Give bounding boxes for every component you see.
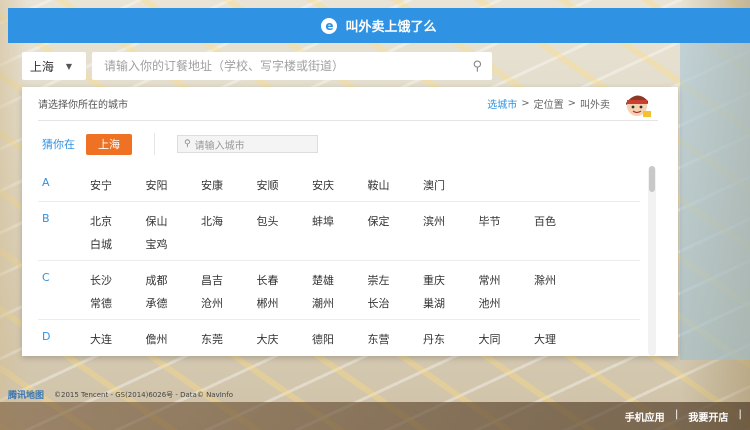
e-logo-icon: e <box>321 17 338 34</box>
city-link[interactable]: 潮州 <box>312 292 368 315</box>
footer-link-open-store[interactable]: 我要开店 <box>688 409 728 424</box>
city-dropdown-value: 上海 <box>29 59 54 74</box>
address-input-box: ⚲ <box>92 52 492 80</box>
city-link[interactable]: 毕节 <box>479 210 535 233</box>
city-link[interactable]: 长治 <box>368 292 424 315</box>
city-link[interactable]: 长春 <box>257 269 313 292</box>
search-icon: ⚲ <box>184 139 191 149</box>
city-link[interactable]: 巢湖 <box>423 292 479 315</box>
divider <box>154 133 155 155</box>
address-input[interactable] <box>102 58 467 74</box>
city-search-box[interactable]: ⚲ 请输入城市 <box>177 135 318 153</box>
city-link[interactable]: 东莞 <box>201 328 257 351</box>
city-link[interactable]: 常州 <box>479 269 535 292</box>
step-breadcrumb: 选城市 > 定位置 > 叫外卖 <box>487 96 610 111</box>
step-choose-city: 选城市 <box>487 100 518 111</box>
city-link[interactable]: 安宁 <box>90 174 146 197</box>
city-link[interactable]: 大理 <box>534 328 590 351</box>
city-link[interactable]: 德阳 <box>312 328 368 351</box>
city-link[interactable]: 东营 <box>368 328 424 351</box>
city-link[interactable]: 安康 <box>201 174 257 197</box>
top-banner: e 叫外卖上饿了么 <box>8 8 750 43</box>
city-link[interactable]: 百色 <box>534 210 590 233</box>
map-copyright: ©2015 Tencent - GS(2014)6026号 - Data© Na… <box>54 390 233 399</box>
scrollbar-thumb[interactable] <box>649 166 655 192</box>
city-link[interactable]: 大同 <box>479 328 535 351</box>
city-link[interactable]: 承德 <box>146 292 202 315</box>
city-link[interactable]: 保山 <box>146 210 202 233</box>
guess-city-row: 猜你在 上海 ⚲ 请输入城市 <box>42 131 658 157</box>
city-link[interactable]: 儋州 <box>146 328 202 351</box>
city-link[interactable]: 丹东 <box>423 328 479 351</box>
group-letter: C <box>42 271 50 284</box>
map-water <box>680 40 750 360</box>
city-link[interactable]: 长沙 <box>90 269 146 292</box>
city-link[interactable]: 滁州 <box>534 269 590 292</box>
footer-links: 手机应用 | 我要开店 | <box>625 409 742 424</box>
city-link[interactable]: 安顺 <box>257 174 313 197</box>
city-link[interactable]: 北海 <box>201 210 257 233</box>
city-group-items: 安宁 安阳 安康 安顺 安庆 鞍山 澳门 <box>90 174 640 197</box>
city-group-b: B 北京 保山 北海 包头 蚌埠 保定 滨州 毕节 百色白城 宝鸡 <box>38 201 640 260</box>
map-credit: 腾讯地图 ©2015 Tencent - GS(2014)6026号 - Dat… <box>8 388 233 402</box>
step-order: 叫外卖 <box>580 100 610 111</box>
guess-label: 猜你在 <box>42 138 75 151</box>
city-link[interactable]: 池州 <box>479 292 535 315</box>
group-letter: A <box>42 176 50 189</box>
city-search-placeholder: 请输入城市 <box>194 140 245 152</box>
city-link[interactable]: 澳门 <box>423 174 479 197</box>
step-separator: > <box>521 98 530 109</box>
city-dropdown[interactable]: 上海 ▼ <box>22 52 86 80</box>
mascot-icon <box>626 95 651 117</box>
city-link[interactable]: 白城 <box>90 233 146 256</box>
city-link[interactable]: 宝鸡 <box>146 233 202 256</box>
city-group-items: 大连儋州东莞大庆德阳东营丹东大同大理德州 <box>90 328 640 356</box>
city-group-items: 长沙 成都 昌吉 长春 楚雄 崇左 重庆 常州 滁州常德 承德 沧州 郴州 潮州 长治 巢湖 池州 <box>90 269 640 315</box>
search-row: 上海 ▼ ⚲ <box>22 52 492 80</box>
city-link[interactable]: 崇左 <box>368 269 424 292</box>
city-group-items: 北京 保山 北海 包头 蚌埠 保定 滨州 毕节 百色白城 宝鸡 <box>90 210 640 256</box>
city-link[interactable]: 安阳 <box>146 174 202 197</box>
search-icon[interactable]: ⚲ <box>472 59 482 74</box>
city-link[interactable]: 北京 <box>90 210 146 233</box>
city-link[interactable]: 德州 <box>90 351 146 356</box>
panel-header: 请选择你所在的城市 选城市 > 定位置 > 叫外卖 <box>38 87 658 121</box>
city-link[interactable]: 鞍山 <box>368 174 424 197</box>
city-link[interactable]: 成都 <box>146 269 202 292</box>
group-letter: B <box>42 212 50 225</box>
step-locate: 定位置 <box>533 100 564 111</box>
scrollbar[interactable] <box>648 166 656 356</box>
tencent-map-logo: 腾讯地图 <box>8 391 45 401</box>
city-link[interactable]: 保定 <box>368 210 424 233</box>
city-group-c: C 长沙 成都 昌吉 长春 楚雄 崇左 重庆 常州 滁州常德 承德 沧州 郴州 潮州 长治 巢湖 池州 <box>38 260 640 319</box>
city-link[interactable]: 大连 <box>90 328 146 351</box>
banner-title: 叫外卖上饿了么 <box>345 20 437 35</box>
city-picker-panel: 请选择你所在的城市 选城市 > 定位置 > 叫外卖 猜你在 上海 ⚲ 请输入城市… <box>22 87 678 356</box>
guess-city-button[interactable]: 上海 <box>86 133 132 155</box>
city-link[interactable]: 常德 <box>90 292 146 315</box>
city-list: A 安宁 安阳 安康 安顺 安庆 鞍山 澳门 B 北京 保山 北海 包头 蚌埠 保定 滨州 毕节 百色白城 宝鸡 C 长… <box>38 166 640 356</box>
city-link[interactable]: 楚雄 <box>312 269 368 292</box>
city-link[interactable]: 重庆 <box>423 269 479 292</box>
step-separator: > <box>567 98 576 109</box>
city-link[interactable]: 昌吉 <box>201 269 257 292</box>
chevron-down-icon: ▼ <box>65 61 73 71</box>
city-group-d: D 大连儋州东莞大庆德阳东营丹东大同大理德州 <box>38 319 640 356</box>
city-link[interactable]: 蚌埠 <box>312 210 368 233</box>
footer-separator: | <box>674 409 679 420</box>
city-link[interactable]: 沧州 <box>201 292 257 315</box>
city-link[interactable]: 郴州 <box>257 292 313 315</box>
group-letter: D <box>42 330 51 343</box>
city-link[interactable]: 安庆 <box>312 174 368 197</box>
footer-separator: | <box>738 409 742 420</box>
city-link[interactable]: 包头 <box>257 210 313 233</box>
city-prompt: 请选择你所在的城市 <box>38 100 128 111</box>
city-group-a: A 安宁 安阳 安康 安顺 安庆 鞍山 澳门 <box>38 166 640 201</box>
city-link[interactable]: 大庆 <box>257 328 313 351</box>
city-link[interactable]: 滨州 <box>423 210 479 233</box>
footer-link-mobile-app[interactable]: 手机应用 <box>625 409 665 424</box>
